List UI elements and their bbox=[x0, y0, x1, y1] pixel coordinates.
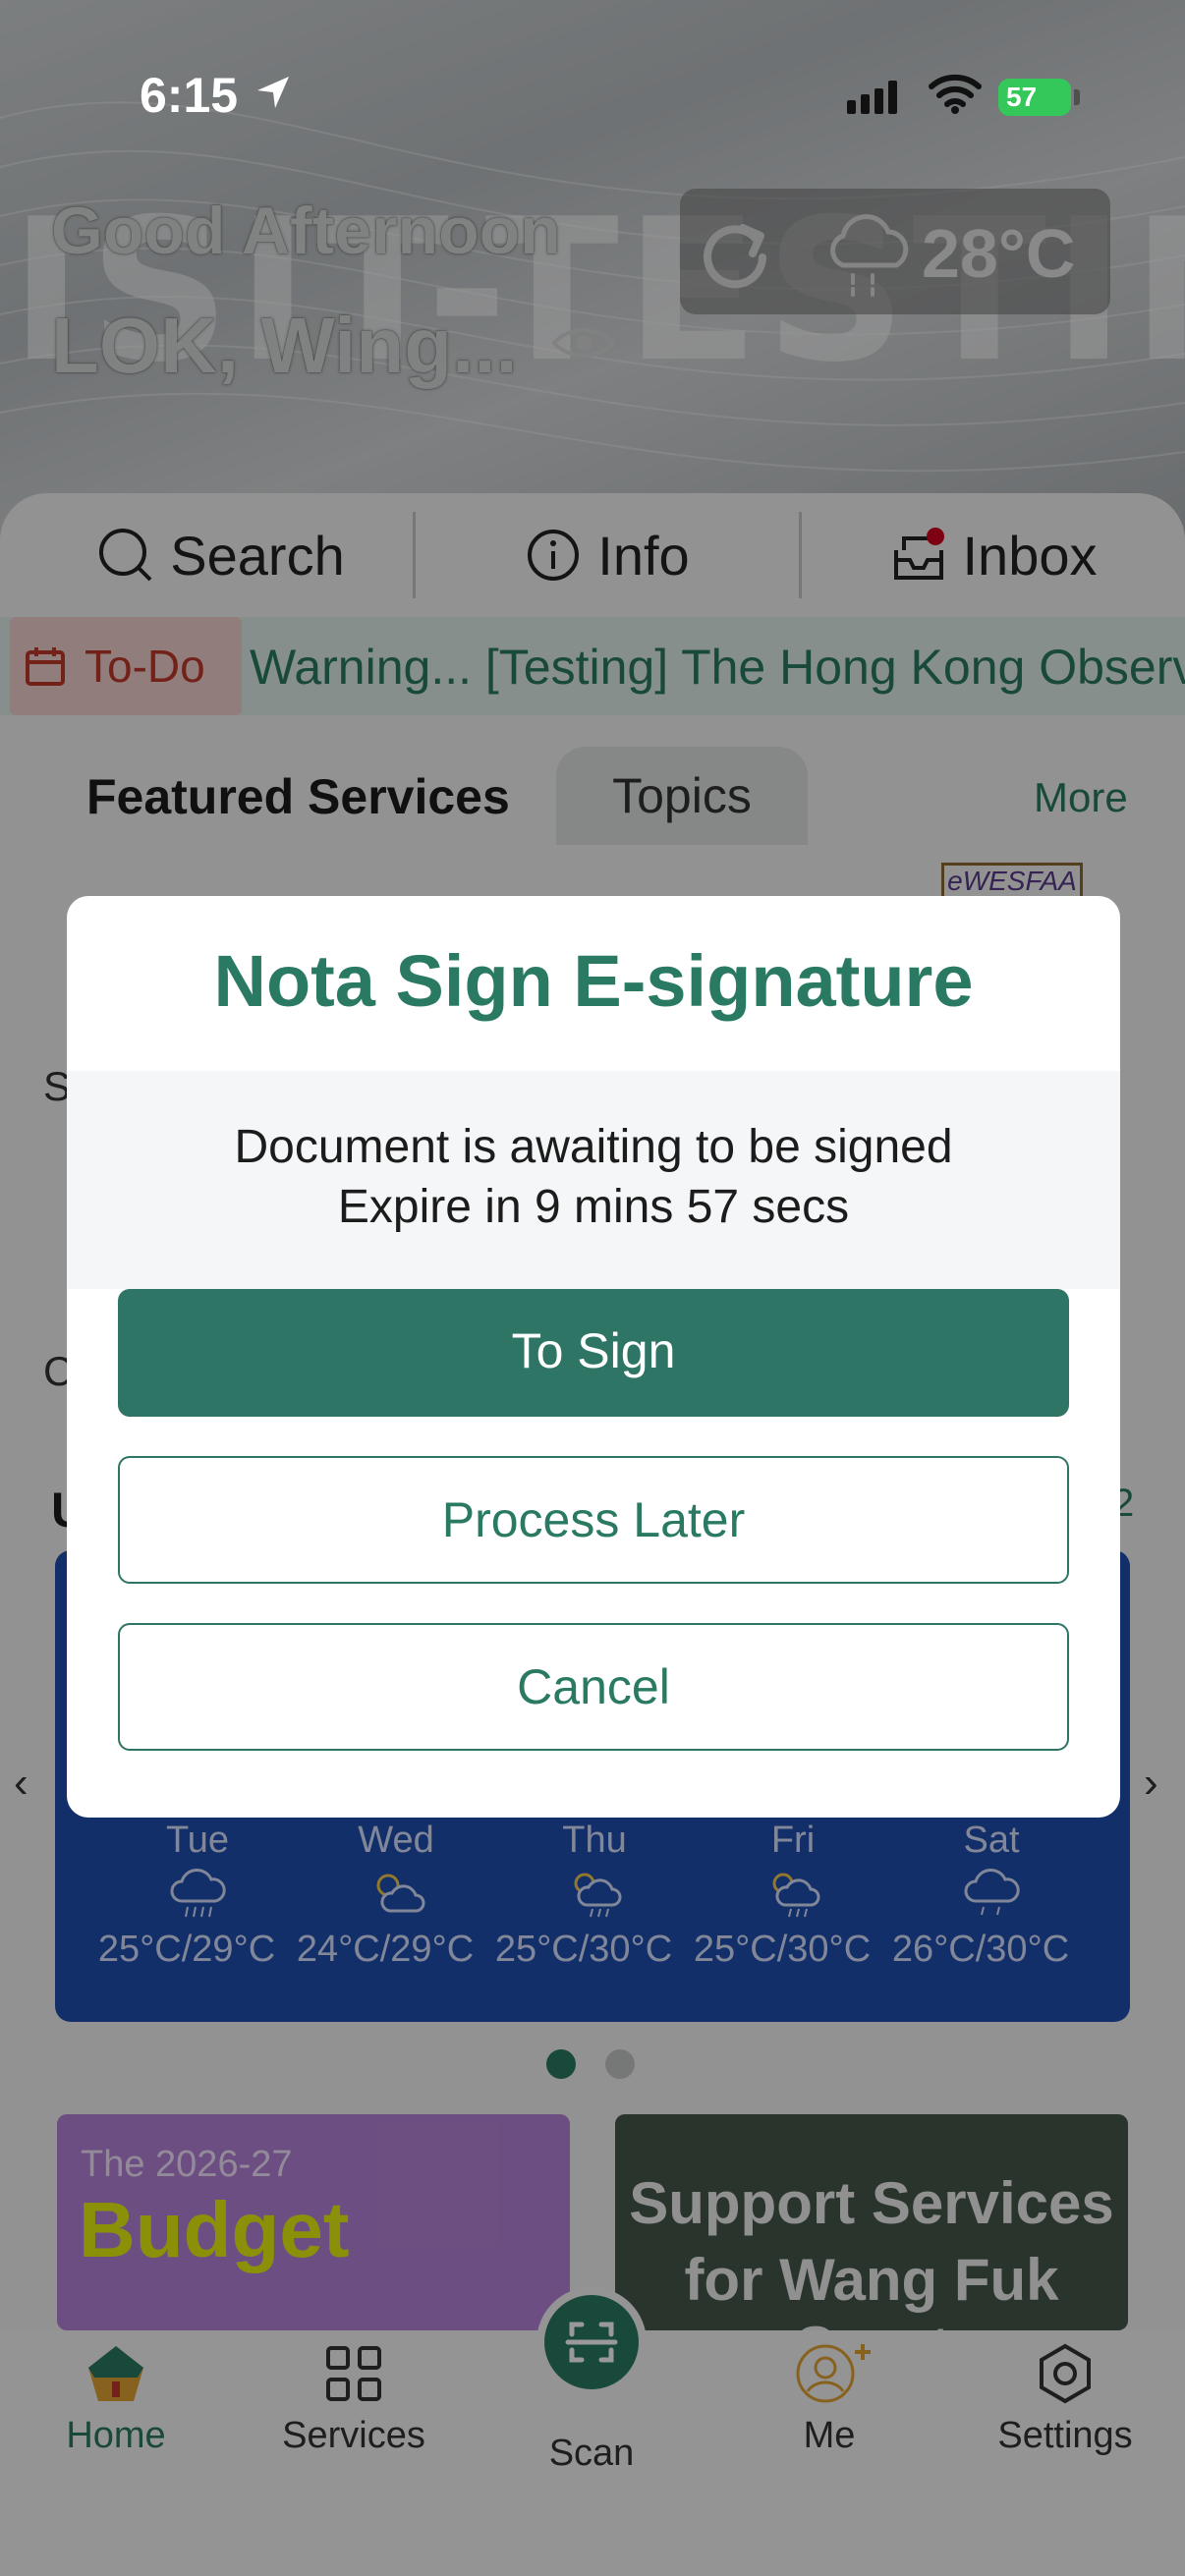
battery-icon bbox=[1074, 89, 1080, 105]
esignature-dialog: Nota Sign E-signature Document is awaiti… bbox=[67, 896, 1120, 1818]
process-later-button[interactable]: Process Later bbox=[118, 1456, 1069, 1584]
to-sign-button[interactable]: To Sign bbox=[118, 1289, 1069, 1417]
clock: 6:15 bbox=[140, 68, 239, 123]
battery-level: 57 bbox=[998, 79, 1071, 116]
cancel-button[interactable]: Cancel bbox=[118, 1623, 1069, 1751]
expiry-countdown: Expire in 9 mins 57 secs bbox=[337, 1181, 850, 1233]
location-arrow-icon bbox=[257, 77, 289, 108]
dialog-message: Document is awaiting to be signed Expire… bbox=[67, 1071, 1120, 1289]
dialog-title: Nota Sign E-signature bbox=[213, 940, 974, 1022]
dialog-message-line-1: Document is awaiting to be signed bbox=[234, 1121, 953, 1173]
wifi-icon bbox=[929, 74, 982, 114]
cellular-signal-icon bbox=[847, 81, 897, 114]
